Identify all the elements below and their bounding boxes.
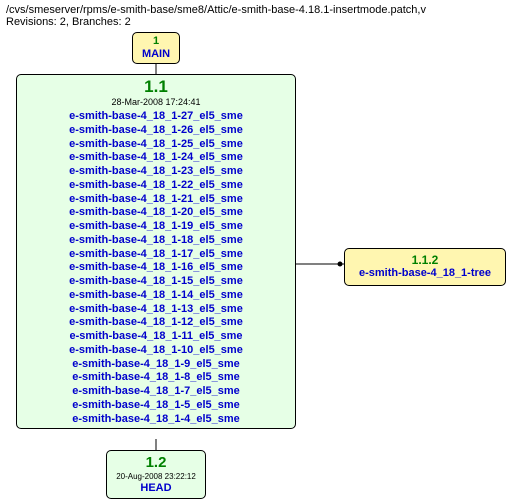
file-path: /cvs/smeserver/rpms/e-smith-base/sme8/At… <box>6 4 506 16</box>
revision-tag: e-smith-base-4_18_1-4_el5_sme <box>23 413 289 427</box>
revision-tag: e-smith-base-4_18_1-7_el5_sme <box>23 385 289 399</box>
head-label: HEAD <box>111 482 201 495</box>
revision-tag: e-smith-base-4_18_1-18_el5_sme <box>23 234 289 248</box>
revision-tag: e-smith-base-4_18_1-10_el5_sme <box>23 344 289 358</box>
revision-tag: e-smith-base-4_18_1-27_el5_sme <box>23 110 289 124</box>
branch-1-1-2-label: e-smith-base-4_18_1-tree <box>349 267 501 280</box>
revision-tag: e-smith-base-4_18_1-26_el5_sme <box>23 124 289 138</box>
revision-tag: e-smith-base-4_18_1-5_el5_sme <box>23 399 289 413</box>
revision-tag: e-smith-base-4_18_1-8_el5_sme <box>23 371 289 385</box>
revision-1-2-box[interactable]: 1.2 20-Aug-2008 23:22:12 HEAD <box>106 450 206 499</box>
branch-1-1-2-box[interactable]: 1.1.2 e-smith-base-4_18_1-tree <box>344 248 506 286</box>
revision-tag: e-smith-base-4_18_1-14_el5_sme <box>23 289 289 303</box>
revision-tag: e-smith-base-4_18_1-9_el5_sme <box>23 358 289 372</box>
revision-1-2-timestamp: 20-Aug-2008 23:22:12 <box>111 472 201 482</box>
revision-1-1-timestamp: 28-Mar-2008 17:24:41 <box>23 97 289 108</box>
revision-tag: e-smith-base-4_18_1-17_el5_sme <box>23 248 289 262</box>
revision-1-1-version: 1.1 <box>23 77 289 97</box>
revision-tag: e-smith-base-4_18_1-15_el5_sme <box>23 275 289 289</box>
revision-tag: e-smith-base-4_18_1-21_el5_sme <box>23 193 289 207</box>
revision-tag: e-smith-base-4_18_1-11_el5_sme <box>23 330 289 344</box>
revision-tag: e-smith-base-4_18_1-16_el5_sme <box>23 261 289 275</box>
revision-tag: e-smith-base-4_18_1-19_el5_sme <box>23 220 289 234</box>
main-trunk-box[interactable]: 1 MAIN <box>132 32 180 64</box>
revision-tag: e-smith-base-4_18_1-23_el5_sme <box>23 165 289 179</box>
revision-count: Revisions: 2, Branches: 2 <box>6 16 506 28</box>
header: /cvs/smeserver/rpms/e-smith-base/sme8/At… <box>0 0 512 30</box>
main-trunk-label: MAIN <box>142 48 170 60</box>
branch-1-1-2-version: 1.1.2 <box>349 253 501 267</box>
main-trunk-number: 1 <box>153 35 159 47</box>
revision-1-1-box[interactable]: 1.1 28-Mar-2008 17:24:41 e-smith-base-4_… <box>16 74 296 429</box>
revision-1-2-version: 1.2 <box>111 454 201 472</box>
revision-tag: e-smith-base-4_18_1-20_el5_sme <box>23 206 289 220</box>
diagram-canvas: 1 MAIN 1.1 28-Mar-2008 17:24:41 e-smith-… <box>0 30 512 500</box>
revision-tag: e-smith-base-4_18_1-22_el5_sme <box>23 179 289 193</box>
revision-tag: e-smith-base-4_18_1-13_el5_sme <box>23 303 289 317</box>
revision-tag: e-smith-base-4_18_1-25_el5_sme <box>23 138 289 152</box>
revision-tag: e-smith-base-4_18_1-24_el5_sme <box>23 151 289 165</box>
revision-tag: e-smith-base-4_18_1-12_el5_sme <box>23 316 289 330</box>
